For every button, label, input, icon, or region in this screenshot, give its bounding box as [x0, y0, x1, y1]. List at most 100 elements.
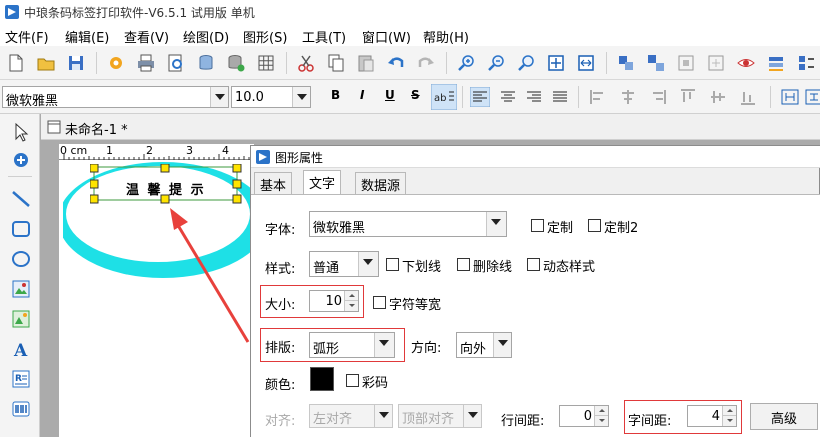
h-align-select[interactable]: 左对齐 [309, 404, 393, 428]
fit-width-icon[interactable] [576, 53, 596, 73]
chevron-down-icon[interactable] [374, 333, 394, 357]
object-align-bottom-icon[interactable] [738, 87, 758, 107]
align-center-icon[interactable] [498, 87, 518, 107]
rectangle-tool-icon[interactable] [10, 218, 32, 240]
line-spacing-spinner[interactable]: 0 [559, 405, 609, 427]
align-justify-icon[interactable] [550, 87, 570, 107]
visibility-eye-icon[interactable] [736, 53, 756, 73]
chevron-down-icon[interactable] [463, 405, 481, 427]
menu-edit[interactable]: 编辑(E) [65, 27, 109, 46]
object-align-middle-icon[interactable] [708, 87, 728, 107]
font-select[interactable]: 微软雅黑 [309, 211, 507, 237]
distribute-vertical-icon[interactable] [804, 87, 820, 107]
chevron-down-icon[interactable] [358, 252, 378, 276]
grid-icon[interactable] [256, 53, 276, 73]
cut-icon[interactable] [296, 53, 316, 73]
custom2-checkbox[interactable] [588, 219, 601, 232]
underline-button[interactable]: U [385, 88, 395, 102]
pan-tool-icon[interactable] [10, 149, 32, 171]
v-align-select[interactable]: 顶部对齐 [398, 404, 482, 428]
image-tool-icon[interactable] [10, 278, 32, 300]
print-preview-icon[interactable] [166, 53, 186, 73]
spin-down-icon[interactable] [722, 416, 736, 426]
group-icon[interactable] [616, 53, 636, 73]
chevron-down-icon[interactable] [210, 87, 228, 107]
spin-up-icon[interactable] [344, 291, 358, 301]
chevron-down-icon[interactable] [486, 212, 506, 236]
layout-select[interactable]: 弧形 [309, 332, 395, 358]
direction-select[interactable]: 向外 [456, 332, 512, 358]
object-align-left-icon[interactable] [588, 87, 608, 107]
line-tool-icon[interactable] [10, 188, 32, 210]
char-spacing-spinner[interactable]: 4 [687, 405, 737, 427]
object-align-center-icon[interactable] [618, 87, 638, 107]
strikethrough-checkbox[interactable] [457, 258, 470, 271]
pointer-select-icon[interactable] [10, 121, 32, 143]
tab-text[interactable]: 文字 [303, 170, 342, 194]
spin-up-icon[interactable] [594, 406, 608, 416]
database-settings-icon[interactable] [226, 53, 246, 73]
size-spinner[interactable]: 10 [309, 290, 359, 312]
spin-down-icon[interactable] [344, 301, 358, 311]
object-align-right-icon[interactable] [648, 87, 668, 107]
menu-file[interactable]: 文件(F) [5, 27, 49, 46]
strikethrough-button[interactable]: S [411, 88, 420, 102]
layer-icon[interactable] [766, 53, 786, 73]
align-left-icon[interactable] [470, 87, 490, 107]
ungroup-icon[interactable] [646, 53, 666, 73]
chevron-down-icon[interactable] [292, 87, 310, 107]
bold-button[interactable]: B [331, 88, 340, 102]
fit-page-icon[interactable] [546, 53, 566, 73]
chevron-down-icon[interactable] [493, 333, 511, 357]
undo-icon[interactable] [386, 53, 406, 73]
italic-button[interactable]: I [360, 88, 364, 102]
menu-help[interactable]: 帮助(H) [423, 27, 469, 46]
align-panel-icon[interactable] [796, 53, 816, 73]
zoom-in-icon[interactable] [456, 53, 476, 73]
menu-tools[interactable]: 工具(T) [302, 27, 346, 46]
menu-window[interactable]: 窗口(W) [362, 27, 411, 46]
spin-up-icon[interactable] [722, 406, 736, 416]
lock-object-icon[interactable] [676, 53, 696, 73]
style-select[interactable]: 普通 [309, 251, 379, 277]
advanced-button[interactable]: 高级 [750, 403, 818, 430]
tab-basic[interactable]: 基本 [254, 172, 293, 194]
colorful-checkbox[interactable] [346, 374, 359, 387]
barcode-tool-icon[interactable] [10, 398, 32, 420]
tab-data-source[interactable]: 数据源 [355, 172, 407, 194]
document-tab[interactable]: 未命名-1 * [41, 114, 820, 140]
align-right-icon[interactable] [524, 87, 544, 107]
text-spacing-icon[interactable]: ab [431, 84, 457, 110]
object-align-top-icon[interactable] [678, 87, 698, 107]
menu-view[interactable]: 查看(V) [124, 27, 169, 46]
copy-icon[interactable] [326, 53, 346, 73]
rich-text-tool-icon[interactable]: R [10, 368, 32, 390]
ellipse-tool-icon[interactable] [10, 248, 32, 270]
underline-checkbox[interactable] [386, 258, 399, 271]
unlock-object-icon[interactable] [706, 53, 726, 73]
font-name-combo[interactable]: 微软雅黑 [2, 86, 229, 109]
picture-library-icon[interactable] [10, 308, 32, 330]
equal-width-checkbox[interactable] [373, 296, 386, 309]
text-tool-icon[interactable]: A [10, 338, 32, 360]
print-icon[interactable] [136, 53, 156, 73]
redo-icon[interactable] [416, 53, 436, 73]
save-icon[interactable] [66, 53, 86, 73]
dynamic-style-checkbox[interactable] [527, 258, 540, 271]
menu-shape[interactable]: 图形(S) [243, 27, 287, 46]
open-folder-icon[interactable] [36, 53, 56, 73]
chevron-down-icon[interactable] [374, 405, 392, 427]
arc-text-label[interactable]: 温 馨 提 示 [126, 179, 206, 198]
distribute-horizontal-icon[interactable] [780, 87, 800, 107]
menu-draw[interactable]: 绘图(D) [183, 27, 229, 46]
zoom-out-icon[interactable] [486, 53, 506, 73]
zoom-actual-icon[interactable] [516, 53, 536, 73]
settings-gear-icon[interactable] [106, 53, 126, 73]
color-swatch[interactable] [310, 367, 334, 391]
dialog-title-bar[interactable]: 图形属性 [251, 146, 820, 168]
custom-checkbox[interactable] [531, 219, 544, 232]
paste-icon[interactable] [356, 53, 376, 73]
font-size-combo[interactable]: 10.0 [231, 86, 311, 108]
new-file-icon[interactable] [6, 53, 26, 73]
database-icon[interactable] [196, 53, 216, 73]
